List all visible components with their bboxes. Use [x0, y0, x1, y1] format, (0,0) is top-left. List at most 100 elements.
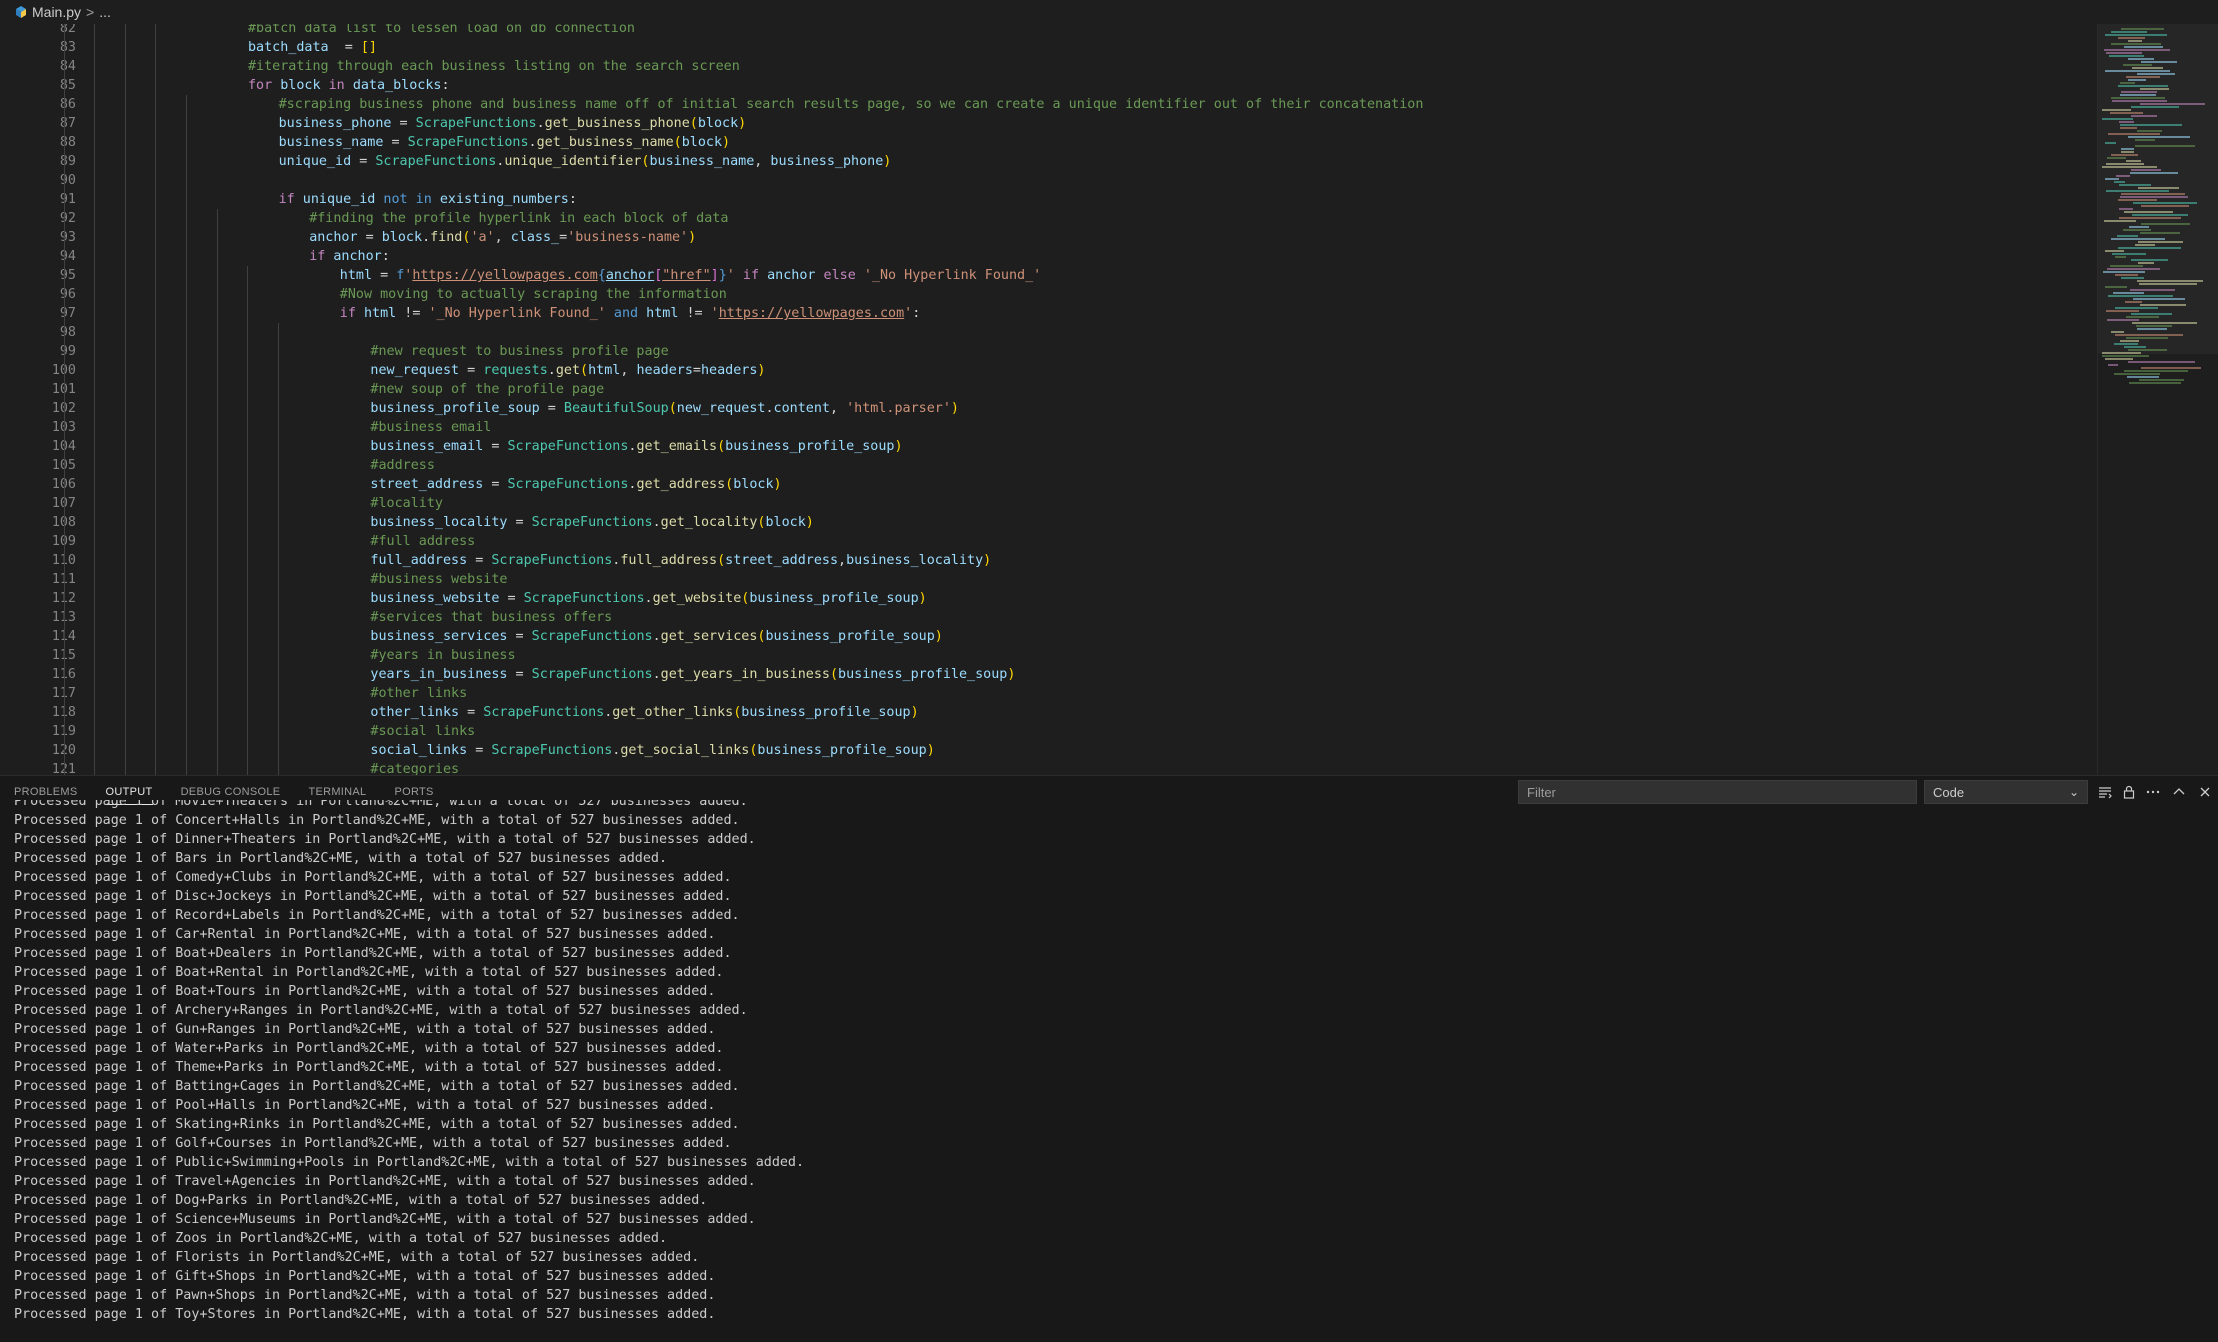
- code-line[interactable]: 120 social_links = ScrapeFunctions.get_so…: [0, 741, 2090, 760]
- code-token: ): [688, 230, 697, 245]
- indent-guide: [155, 513, 157, 532]
- code-token: business_profile_soup: [749, 591, 919, 606]
- code-line[interactable]: 85 for block in data_blocks:: [0, 76, 2090, 95]
- code-token: ): [910, 705, 919, 720]
- code-line[interactable]: 94 if anchor:: [0, 247, 2090, 266]
- code-line[interactable]: 93 anchor = block.find('a', class_='busin…: [0, 228, 2090, 247]
- indent-guide: [124, 361, 126, 380]
- code-text: other_links = ScrapeFunctions.get_other_…: [370, 703, 918, 722]
- indent-guide: [124, 513, 126, 532]
- code-token: ': [710, 306, 719, 321]
- code-line[interactable]: 89 unique_id = ScrapeFunctions.unique_ide…: [0, 152, 2090, 171]
- indent-guide: [94, 741, 96, 760]
- code-line[interactable]: 98: [0, 323, 2090, 342]
- line-number: 113: [0, 608, 76, 627]
- minimap-line: [2140, 88, 2169, 90]
- line-number: 116: [0, 665, 76, 684]
- code-line[interactable]: 92 #finding the profile hyperlink in each…: [0, 209, 2090, 228]
- code-line[interactable]: 83 batch_data = []: [0, 38, 2090, 57]
- code-line[interactable]: 105 #address: [0, 456, 2090, 475]
- minimap-line: [2131, 169, 2161, 171]
- lock-icon[interactable]: [2121, 784, 2137, 800]
- code-token: ): [983, 553, 992, 568]
- minimap-line: [2132, 67, 2163, 69]
- code-line[interactable]: 84 #iterating through each business listi…: [0, 57, 2090, 76]
- code-line[interactable]: 118 other_links = ScrapeFunctions.get_oth…: [0, 703, 2090, 722]
- code-line[interactable]: 110 full_address = ScrapeFunctions.full_a…: [0, 551, 2090, 570]
- code-line[interactable]: 119 #social links: [0, 722, 2090, 741]
- indent-guide: [94, 589, 96, 608]
- indent-guide: [63, 209, 65, 228]
- minimap[interactable]: [2097, 24, 2218, 775]
- code-line[interactable]: 99 #new request to business profile page: [0, 342, 2090, 361]
- code-line[interactable]: 101 #new soup of the profile page: [0, 380, 2090, 399]
- code-line[interactable]: 113 #services that business offers: [0, 608, 2090, 627]
- code-line[interactable]: 107 #locality: [0, 494, 2090, 513]
- indent-guide: [94, 57, 96, 76]
- code-line[interactable]: 112 business_website = ScrapeFunctions.ge…: [0, 589, 2090, 608]
- indent-guide: [155, 57, 157, 76]
- code-line[interactable]: 82 #batch data list to lessen load on db …: [0, 24, 2090, 38]
- code-line[interactable]: 111 #business website: [0, 570, 2090, 589]
- output-line: Processed page 1 of Pawn+Shops in Portla…: [14, 1288, 716, 1303]
- code-line[interactable]: 117 #other links: [0, 684, 2090, 703]
- indent-guide: [216, 437, 218, 456]
- code-line[interactable]: 115 #years in business: [0, 646, 2090, 665]
- code-line[interactable]: 95 html = f'https://yellowpages.com{ancho…: [0, 266, 2090, 285]
- code-text: #years in business: [370, 646, 515, 665]
- code-line[interactable]: 106 street_address = ScrapeFunctions.get_…: [0, 475, 2090, 494]
- line-number: 115: [0, 646, 76, 665]
- code-token: ,: [829, 401, 847, 416]
- code-token: =: [372, 268, 397, 283]
- indent-guide: [185, 608, 187, 627]
- chevron-up-icon[interactable]: [2171, 784, 2187, 800]
- code-token: business_name: [278, 135, 384, 150]
- code-editor[interactable]: 82 #batch data list to lessen load on db …: [0, 24, 2218, 775]
- indent-guide: [247, 608, 249, 627]
- line-number: 83: [59, 40, 76, 55]
- code-line[interactable]: 102 business_profile_soup = BeautifulSoup…: [0, 399, 2090, 418]
- indent-guide: [94, 418, 96, 437]
- indent-guide: [216, 285, 218, 304]
- code-line[interactable]: 90: [0, 171, 2090, 190]
- minimap-line: [2110, 265, 2143, 267]
- code-line[interactable]: 91 if unique_id not in existing_numbers:: [0, 190, 2090, 209]
- code-line[interactable]: 104 business_email = ScrapeFunctions.get_…: [0, 437, 2090, 456]
- code-text: batch_data = []: [248, 38, 377, 57]
- breadcrumb-file[interactable]: Main.py: [32, 4, 81, 20]
- code-line[interactable]: 103 #business email: [0, 418, 2090, 437]
- code-token: if: [742, 268, 760, 283]
- code-line[interactable]: 108 business_locality = ScrapeFunctions.g…: [0, 513, 2090, 532]
- code-text: social_links = ScrapeFunctions.get_socia…: [370, 741, 934, 760]
- code-line[interactable]: 86 #scraping business phone and business …: [0, 95, 2090, 114]
- code-line[interactable]: 100 new_request = requests.get(html, head…: [0, 361, 2090, 380]
- output-log[interactable]: Processed page 1 of Movie+Theaters in Po…: [14, 800, 2194, 1340]
- close-icon[interactable]: [2197, 784, 2213, 800]
- code-line[interactable]: 96 #Now moving to actually scraping the i…: [0, 285, 2090, 304]
- code-token: html: [363, 306, 397, 321]
- minimap-line: [2123, 229, 2151, 231]
- indent-guide: [277, 684, 279, 703]
- minimap-line: [2115, 307, 2158, 309]
- minimap-line: [2108, 133, 2160, 135]
- breadcrumb-symbol[interactable]: ...: [99, 4, 111, 20]
- minimap-line: [2105, 70, 2170, 72]
- list-filter-icon[interactable]: [2097, 784, 2113, 800]
- indent-guide: [63, 228, 65, 247]
- indent-guide: [155, 589, 157, 608]
- code-line[interactable]: 87 business_phone = ScrapeFunctions.get_b…: [0, 114, 2090, 133]
- minimap-line: [2107, 157, 2126, 159]
- more-icon[interactable]: [2145, 784, 2161, 800]
- code-line[interactable]: 97 if html != '_No Hyperlink Found_' and …: [0, 304, 2090, 323]
- code-line[interactable]: 88 business_name = ScrapeFunctions.get_bu…: [0, 133, 2090, 152]
- code-line[interactable]: 121 #categories: [0, 760, 2090, 775]
- code-line[interactable]: 116 years_in_business = ScrapeFunctions.g…: [0, 665, 2090, 684]
- code-line[interactable]: 109 #full address: [0, 532, 2090, 551]
- code-token: block: [681, 135, 723, 150]
- indent-guide: [247, 513, 249, 532]
- code-line[interactable]: 114 business_services = ScrapeFunctions.g…: [0, 627, 2090, 646]
